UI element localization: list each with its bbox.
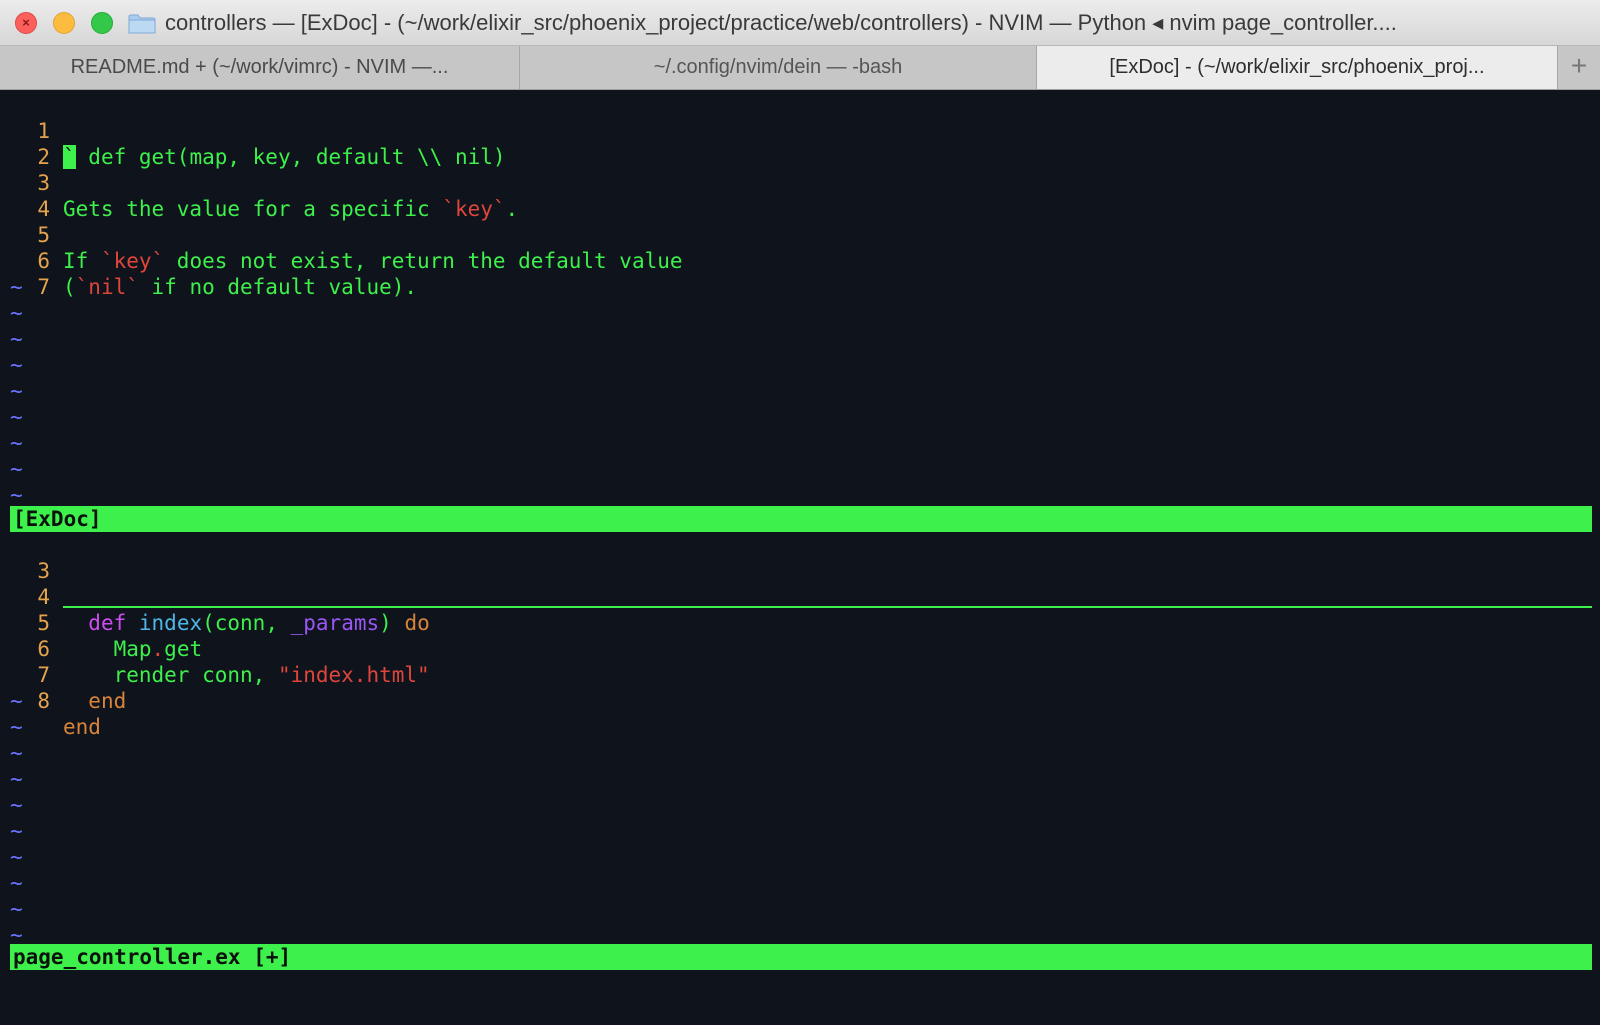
code-text: Map.get [63,636,203,662]
tab-bash[interactable]: ~/.config/nvim/dein — -bash [520,46,1037,89]
code-line: 6 render conn, "index.html" [0,610,429,687]
empty-line-tilde: ~ [10,819,23,843]
doc-line: 6 (`nil` if no default value). [0,222,417,299]
close-window-button[interactable]: × [15,12,37,34]
exdoc-statusline: [ExDoc] [10,506,1592,532]
tab-exdoc-active[interactable]: [ExDoc] - (~/work/elixir_src/phoenix_pro… [1037,46,1558,89]
terminal-area[interactable]: 1 ` def get(map, key, default \\ nil) 2 … [0,90,1600,1025]
doc-code-span: `key` [442,197,506,221]
empty-line-tilde: ~ [10,405,23,429]
module-name: Map [113,637,152,661]
doc-text-part: Gets the value for a specific [63,197,443,221]
keyword-do: do [404,611,430,635]
doc-text: Gets the value for a specific `key`. [63,196,518,222]
code-line: 5 Map.get [0,584,202,661]
doc-text-part: does not exist, return the default value [164,249,683,273]
doc-line: 4 [0,170,51,221]
empty-line-tilde: ~ [10,457,23,481]
code-text: end [63,714,101,740]
file-statusline: page_controller.ex [+] [10,944,1592,970]
doc-text: ` def get(map, key, default \\ nil) [63,144,506,170]
string-literal: "index.html" [277,663,430,687]
tab-bar: README.md + (~/work/vimrc) - NVIM —... ~… [0,46,1600,90]
doc-code-span: `key` [100,249,165,273]
doc-line: 7 [0,248,51,299]
keyword-def: def [88,611,127,635]
code-text: render conn, "index.html" [63,662,430,688]
doc-line: 3 Gets the value for a specific `key`. [0,144,518,221]
close-icon: × [22,15,30,30]
empty-line-tilde: ~ [10,845,23,869]
code-line: 7 end [0,636,126,713]
minimize-window-button[interactable] [53,12,75,34]
code-paren: ) [379,611,405,635]
empty-line-tilde: ~ [10,871,23,895]
code-line: 4 def index(conn, _params) do [0,558,429,635]
window-titlebar: × controllers — [ExDoc] - (~/work/elixir… [0,0,1600,46]
zoom-window-button[interactable] [91,12,113,34]
function-call: get [164,637,203,661]
doc-line: 1 ` def get(map, key, default \\ nil) [0,92,506,169]
doc-text-part: if no default value). [138,275,418,299]
doc-text: (`nil` if no default value). [63,274,417,300]
empty-line-tilde: ~ [10,379,23,403]
unused-param: _params [290,611,380,635]
doc-line: 2 [0,118,51,169]
window-title: controllers — [ExDoc] - (~/work/elixir_s… [165,10,1397,35]
empty-line-tilde: ~ [10,793,23,817]
text-cursor: ` [63,145,76,169]
code-line: 8 end [0,662,101,739]
empty-line-tilde: ~ [10,741,23,765]
empty-line-tilde: ~ [10,275,23,299]
doc-code-span: `nil` [75,275,139,299]
empty-line-tilde: ~ [10,483,23,507]
dot-operator: . [151,637,165,661]
tab-readme[interactable]: README.md + (~/work/vimrc) - NVIM —... [0,46,520,89]
doc-text-part: def get(map, key, default \\ nil) [75,145,506,169]
empty-line-tilde: ~ [10,353,23,377]
empty-line-tilde: ~ [10,431,23,455]
doc-text-part: If [63,249,101,273]
code-call: render conn, [63,663,278,687]
code-text: end [63,688,126,714]
doc-text-part: ( [63,275,76,299]
doc-text-part: . [505,197,519,221]
code-line: 3 [0,532,51,583]
doc-line: 5 If `key` does not exist, return the de… [0,196,682,273]
cursorline-underline [63,606,1592,608]
code-args: (conn, [202,611,291,635]
folder-icon [128,14,156,34]
new-tab-button[interactable]: + [1558,46,1600,89]
doc-text: If `key` does not exist, return the defa… [63,248,683,274]
code-text: def index(conn, _params) do [63,610,430,636]
empty-line-tilde: ~ [10,715,23,739]
function-name: index [138,611,203,635]
empty-line-tilde: ~ [10,689,23,713]
empty-line-tilde: ~ [10,301,23,325]
keyword-end: end [63,715,101,739]
empty-line-tilde: ~ [10,897,23,921]
keyword-end: end [88,689,127,713]
empty-line-tilde: ~ [10,767,23,791]
empty-line-tilde: ~ [10,327,23,351]
